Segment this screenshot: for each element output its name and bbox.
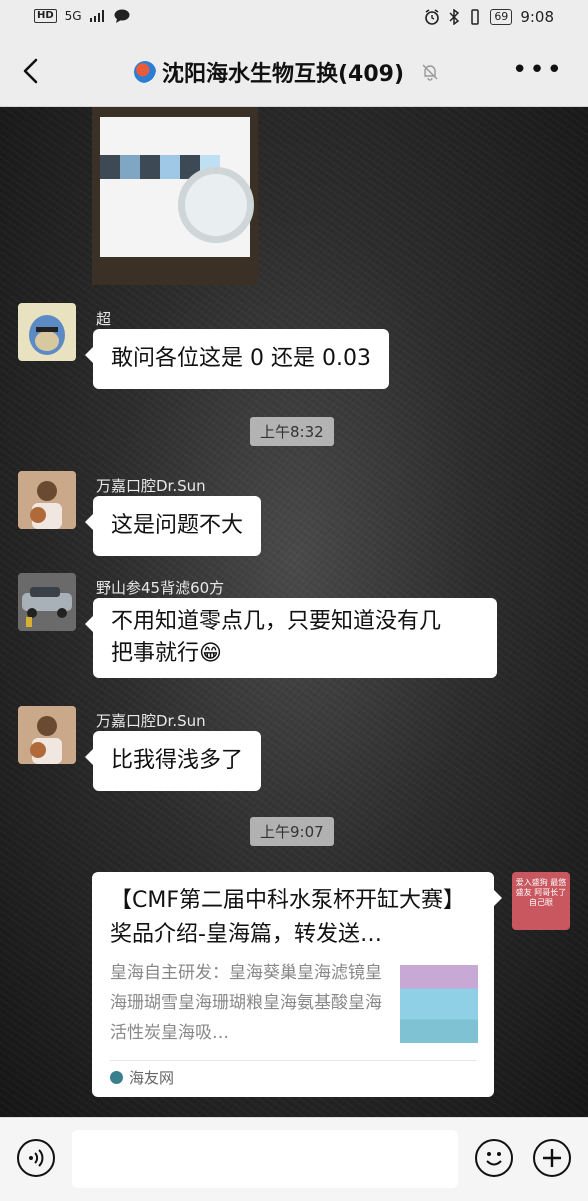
chat-header: 沈阳海水生物互换(409) ••• [0, 36, 588, 107]
chevron-left-icon [23, 58, 38, 84]
shared-photo[interactable] [92, 107, 258, 285]
timestamp: 上午9:07 [250, 817, 334, 846]
link-description: 皇海自主研发：皇海葵巢皇海滤镜皇海珊瑚雪皇海珊瑚粮皇海氨基酸皇海活性炭皇海吸… [110, 963, 382, 1043]
plus-button[interactable] [533, 1139, 571, 1177]
message-bubble[interactable]: 这是问题不大 [84, 496, 262, 556]
more-button[interactable]: ••• [512, 57, 564, 83]
alarm-icon [425, 9, 440, 25]
message-text-line: 不用知道零点几，只要知道没有几 [111, 609, 442, 634]
group-logo-icon [134, 61, 156, 83]
link-title: 【CMF第二届中科水泵杯开缸大赛】奖品介绍-皇海篇，转发送… [110, 888, 465, 947]
vibrate-icon [471, 9, 480, 25]
signal-icon [89, 10, 104, 22]
car-avatar-icon [18, 573, 76, 631]
link-source: 海友网 [110, 1067, 174, 1088]
message-bubble[interactable]: 不用知道零点几，只要知道没有几 把事就行😁 [85, 598, 497, 678]
emoji-button[interactable] [475, 1139, 513, 1177]
plus-icon [543, 1149, 561, 1167]
avatar[interactable] [18, 303, 76, 361]
person-avatar-icon [18, 706, 76, 764]
source-icon [110, 1071, 123, 1084]
message-bubble[interactable]: 比我得浅多了 [84, 731, 262, 791]
sender-name: 万嘉口腔Dr.Sun [96, 712, 206, 730]
voice-button[interactable] [17, 1139, 55, 1177]
status-time: 9:08 [520, 8, 554, 26]
person-avatar-icon [18, 471, 76, 529]
signal-label: 5G [64, 9, 82, 23]
battery-level: 69 [490, 9, 513, 25]
back-button[interactable] [18, 54, 48, 88]
test-vial-image [178, 167, 254, 243]
message-text-line: 把事就行😁 [111, 641, 222, 666]
sender-name: 超 [96, 310, 112, 328]
input-bar [0, 1117, 588, 1201]
avatar[interactable] [18, 706, 76, 764]
sender-name: 野山参45背滤60方 [96, 579, 225, 597]
divider [110, 1060, 476, 1061]
link-card[interactable]: 【CMF第二届中科水泵杯开缸大赛】奖品介绍-皇海篇，转发送… 皇海自主研发：皇海… [92, 872, 502, 1097]
message-bubble[interactable]: 敢问各位这是 0 还是 0.03 [85, 329, 389, 389]
chat-area[interactable]: 超 敢问各位这是 0 还是 0.03 上午8:32 万嘉口腔Dr.Sun 这是问… [0, 107, 588, 1117]
timestamp: 上午8:32 [250, 417, 334, 446]
my-avatar[interactable]: 爱入盛狗 最悠盛友 阿哥长了自己眼 [512, 872, 570, 930]
hd-badge: HD [34, 9, 57, 23]
avatar[interactable] [18, 573, 76, 631]
emoji-icon [486, 1152, 502, 1166]
chat-title: 沈阳海水生物互换(409) [162, 62, 405, 87]
chat-title-area[interactable]: 沈阳海水生物互换(409) [134, 56, 440, 88]
link-thumbnail [400, 965, 478, 1043]
source-name: 海友网 [129, 1069, 175, 1087]
my-avatar-text: 爱入盛狗 最悠盛友 阿哥长了自己眼 [515, 878, 567, 907]
voice-icon [29, 1149, 44, 1167]
status-bar: HD 5G 69 9:08 [0, 0, 588, 36]
bluetooth-icon [449, 9, 460, 25]
sender-name: 万嘉口腔Dr.Sun [96, 477, 206, 495]
ape-avatar-icon [29, 315, 65, 355]
more-dots-icon: ••• [511, 55, 564, 85]
chat-bubble-icon [114, 9, 130, 23]
avatar[interactable] [18, 471, 76, 529]
message-input[interactable] [72, 1130, 458, 1188]
bell-off-icon [422, 64, 438, 81]
